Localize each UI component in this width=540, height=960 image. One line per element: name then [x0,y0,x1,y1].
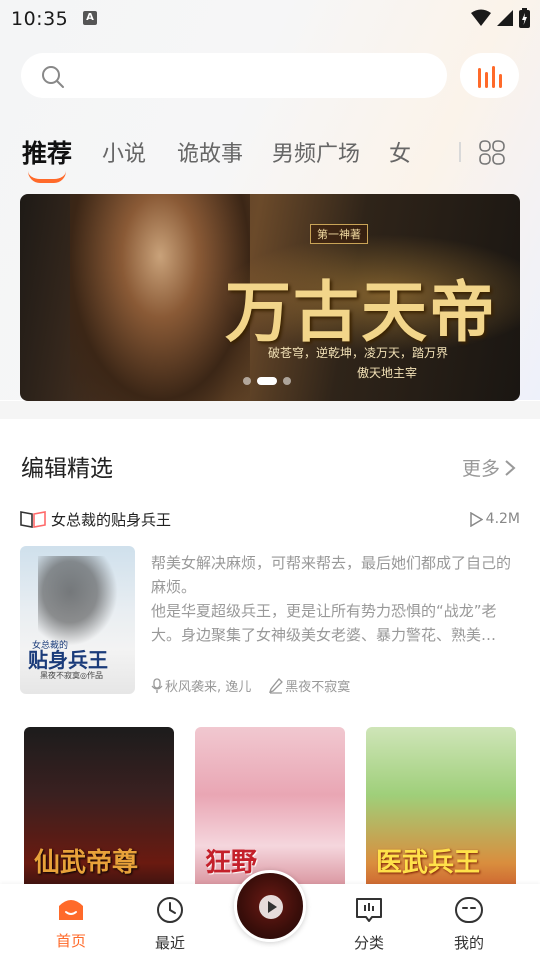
nav-profile-label: 我的 [453,934,484,952]
status-time: 10:35 [11,8,69,30]
featured-book-cover[interactable]: 女总裁的 贴身兵王 黑夜不寂寞◎作品 [20,546,135,694]
microphone-icon [151,677,163,693]
author-info: 黑夜不寂寞 [269,676,350,695]
wifi-icon [471,9,491,26]
section-title: 编辑精选 [21,456,113,482]
status-indicators [471,8,530,28]
book-cover-title: 狂野 [205,848,258,878]
nav-recent-label: 最近 [154,934,185,952]
featured-book-meta: 秋风袭来, 逸儿 黑夜不寂寞 [151,676,350,695]
chevron-right-icon [505,459,516,476]
section-divider [0,401,540,419]
play-icon [469,511,483,527]
promo-banner[interactable]: 第一神著 万古天帝 破苍穹，逆乾坤，凌万天，踏万界 傲天地主宰 [20,194,520,401]
carousel-dot-active [257,377,277,385]
status-bar: 10:35 A [0,0,540,38]
profile-icon [455,897,483,923]
tab-recommend[interactable]: 推荐 [22,134,72,170]
book-cover[interactable]: 仙武帝尊 [24,727,174,897]
nav-profile[interactable]: 我的 [439,896,499,953]
banner-subtitle-2: 傲天地主宰 [357,366,418,380]
play-count-value: 4.2M [485,511,520,527]
carousel-indicator [243,377,291,385]
clock-icon [157,897,183,923]
featured-book-title: 女总裁的贴身兵王 [51,511,172,529]
cover-author: 黑夜不寂寞◎作品 [40,671,103,680]
notification-icon: A [83,11,97,25]
author-name: 黑夜不寂寞 [285,680,351,695]
nav-recent[interactable]: 最近 [140,896,200,953]
book-cover[interactable]: 医武兵王 [366,727,516,897]
cover-title: 贴身兵王 [28,648,108,672]
book-cover-title: 医武兵王 [376,848,481,878]
nav-home[interactable]: 首页 [41,896,101,951]
more-link[interactable]: 更多 [462,454,516,481]
home-icon [59,900,83,920]
bottom-navigation: 首页 最近 分类 我的 [0,870,540,960]
narrator-info: 秋风袭来, 逸儿 [151,676,251,695]
play-count: 4.2M [469,511,520,527]
banner-title: 万古天帝 [225,273,497,351]
banner-subtitle: 破苍穹，逆乾坤，凌万天，踏万界 [268,346,449,360]
grid-menu-icon[interactable] [478,140,506,166]
signal-icon [497,10,513,26]
more-label: 更多 [462,458,501,480]
nav-home-label: 首页 [55,932,86,950]
battery-icon [519,8,530,28]
pen-icon [269,677,284,694]
play-icon [259,895,283,919]
active-tab-indicator [28,171,66,183]
tab-novel[interactable]: 小说 [102,136,146,168]
narrator-name: 秋风袭来, 逸儿 [165,680,252,695]
description-text: 帮美女解决麻烦，可帮来帮去，最后她们都成了自己的麻烦。 他是华夏超级兵王，更是让… [151,554,512,644]
cover-art [38,556,118,646]
nav-category[interactable]: 分类 [339,896,399,953]
tab-female[interactable]: 女 [389,136,411,168]
tab-divider [459,142,461,162]
tab-male-channel[interactable]: 男频广场 [272,136,360,168]
banner-tag: 第一神著 [310,224,368,244]
carousel-dot [283,377,291,385]
search-input[interactable] [21,53,447,98]
now-playing-button[interactable] [234,870,306,942]
carousel-dot [243,377,251,385]
tab-ghost-stories[interactable]: 诡故事 [177,136,243,168]
featured-book-description[interactable]: 帮美女解决麻烦，可帮来帮去，最后她们都成了自己的麻烦。 他是华夏超级兵王，更是让… [151,551,521,649]
category-icon [356,898,382,922]
nav-category-label: 分类 [353,934,384,952]
ranking-button[interactable] [460,53,519,98]
book-icon [20,511,46,528]
book-cover-title: 仙武帝尊 [34,848,139,878]
featured-book-header[interactable]: 女总裁的贴身兵王 4.2M [20,507,520,531]
search-icon [42,66,64,88]
bar-chart-icon [477,65,502,88]
